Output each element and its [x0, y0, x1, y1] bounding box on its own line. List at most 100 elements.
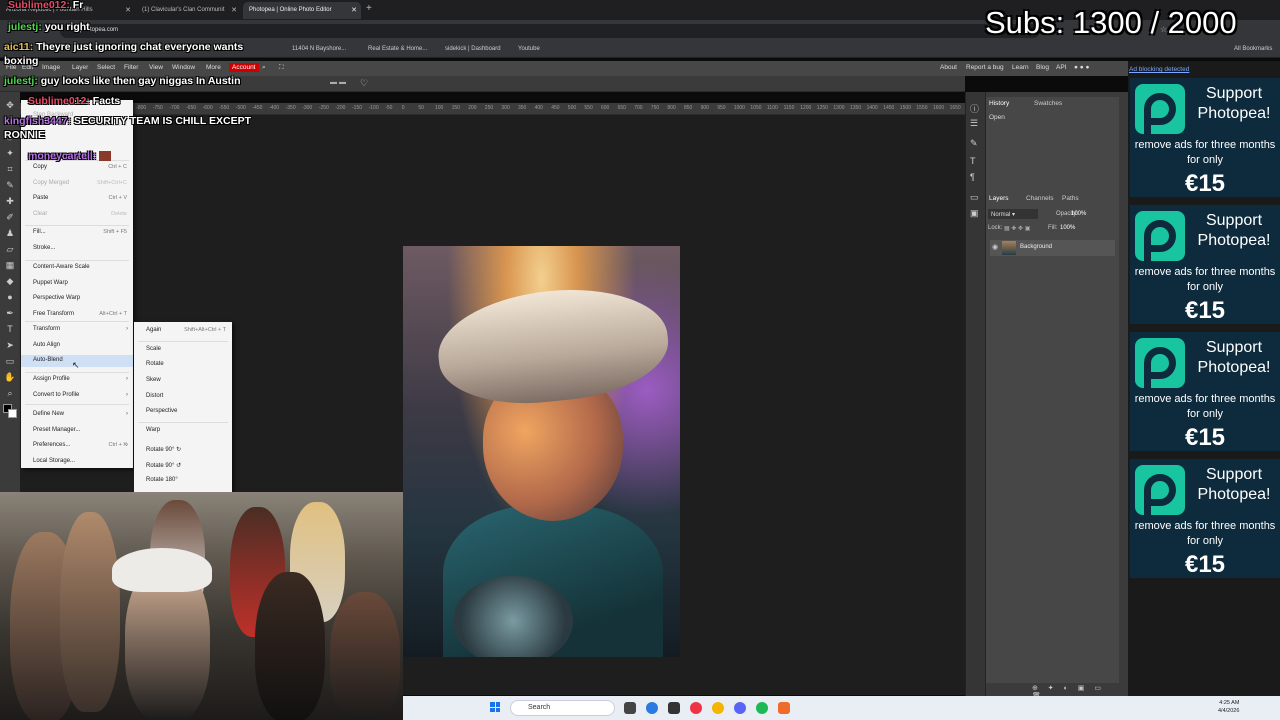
transform-menu-item[interactable]: Perspective [146, 408, 177, 414]
hand-tool-icon[interactable]: ✋ [4, 372, 16, 382]
brush-settings-icon[interactable]: ✎ [970, 138, 978, 149]
tab-history[interactable]: History [989, 100, 1009, 107]
file-explorer-icon[interactable] [624, 702, 636, 714]
zoom-tool-icon[interactable]: ⌕ [4, 388, 16, 398]
wand-tool-icon[interactable]: ✦ [4, 148, 16, 158]
ad-card[interactable]: Support Photopea! remove ads for three m… [1130, 459, 1280, 578]
bookmark-item[interactable]: Real Estate & Home... [368, 46, 427, 52]
all-bookmarks[interactable]: All Bookmarks [1234, 46, 1272, 52]
lock-icons[interactable]: ▦ ✚ ✥ ▣ [1004, 225, 1030, 232]
move-tool-icon[interactable]: ✥ [4, 100, 16, 110]
ad-blocking-label[interactable]: Ad blocking detected [1129, 66, 1189, 73]
info-icon[interactable]: ⓘ [970, 102, 979, 115]
background-color-swatch[interactable] [8, 409, 17, 418]
tab-photopea[interactable]: Photopea | Online Photo Editor ✕ [243, 2, 361, 19]
close-icon[interactable]: ✕ [351, 6, 357, 14]
tab-channels[interactable]: Channels [1026, 195, 1053, 202]
history-item[interactable]: Open [989, 114, 1005, 121]
link-blog[interactable]: Blog [1036, 64, 1049, 71]
app-icon[interactable] [690, 702, 702, 714]
image-panel-icon[interactable]: ▣ [970, 208, 979, 219]
tab-layers[interactable]: Layers [989, 195, 1009, 202]
app-icon[interactable] [668, 702, 680, 714]
pen-tool-icon[interactable]: ✒ [4, 308, 16, 318]
path-select-tool-icon[interactable]: ➤ [4, 340, 16, 350]
bookmark-item[interactable]: sidekick | Dashboard [445, 46, 501, 52]
edit-menu-item[interactable]: Puppet Warp [33, 280, 68, 286]
edit-menu-item[interactable]: Copy [33, 164, 47, 170]
social-icons[interactable]: ● ● ● [1074, 64, 1089, 71]
menu-image[interactable]: Image [42, 64, 60, 71]
paragraph-icon[interactable]: ¶ [970, 172, 975, 182]
document-image[interactable] [403, 246, 680, 657]
link-report-bug[interactable]: Report a bug [966, 64, 1004, 71]
eyedropper-tool-icon[interactable]: ✎ [4, 180, 16, 190]
gradient-tool-icon[interactable]: ▦ [4, 260, 16, 270]
edit-menu-item[interactable]: Preferences... [33, 442, 70, 448]
shape-tool-icon[interactable]: ▭ [4, 356, 16, 366]
layer-row[interactable]: ◉ Background [990, 240, 1115, 256]
transform-menu-item[interactable]: Skew [146, 377, 161, 383]
url-field[interactable]: photopea.com [60, 24, 1040, 38]
fullscreen-icon[interactable]: ⛶ [279, 64, 284, 72]
eraser-tool-icon[interactable]: ▱ [4, 244, 16, 254]
transform-menu-item[interactable]: Rotate 90° ↻ [146, 446, 181, 453]
tab-paths[interactable]: Paths [1062, 195, 1079, 202]
link-learn[interactable]: Learn [1012, 64, 1029, 71]
menu-window[interactable]: Window [172, 64, 195, 71]
edit-menu-item[interactable]: Transform [33, 326, 60, 332]
transform-menu-item[interactable]: Rotate 90° ↺ [146, 462, 181, 469]
edit-menu-item[interactable]: Define New [33, 411, 64, 417]
character-icon[interactable]: T [970, 156, 976, 166]
edit-menu-item[interactable]: Paste [33, 195, 48, 201]
menu-layer[interactable]: Layer [72, 64, 88, 71]
chrome-icon[interactable] [712, 702, 724, 714]
blur-tool-icon[interactable]: ◆ [4, 276, 16, 286]
fill-input[interactable]: 100% [1060, 225, 1075, 231]
menu-account[interactable]: Account [229, 63, 259, 72]
ad-card[interactable]: Support Photopea! remove ads for three m… [1130, 332, 1280, 451]
edit-menu-item[interactable]: Stroke... [33, 245, 55, 251]
transform-menu-item[interactable]: Scale [146, 346, 161, 352]
edit-menu-item[interactable]: Local Storage... [33, 458, 75, 464]
app-icon[interactable] [778, 702, 790, 714]
transform-menu-item[interactable]: Again [146, 327, 161, 333]
brush-tool-icon[interactable]: ✐ [4, 212, 16, 222]
ad-card[interactable]: Support Photopea! remove ads for three m… [1130, 205, 1280, 324]
stamp-tool-icon[interactable]: ♟ [4, 228, 16, 238]
menu-view[interactable]: View [149, 64, 163, 71]
system-clock[interactable]: 4:25 AM 4/4/2026 [1218, 699, 1239, 715]
heal-tool-icon[interactable]: ✚ [4, 196, 16, 206]
edge-icon[interactable] [646, 702, 658, 714]
windows-start-icon[interactable] [490, 702, 500, 712]
menu-more[interactable]: More [206, 64, 221, 71]
dodge-tool-icon[interactable]: ● [4, 292, 16, 302]
transform-menu-item[interactable]: Rotate [146, 361, 164, 367]
new-tab-icon[interactable]: + [366, 3, 372, 14]
ad-card[interactable]: Support Photopea! remove ads for three m… [1130, 78, 1280, 197]
blend-mode-select[interactable]: Normal ▾ [988, 209, 1038, 219]
css-icon[interactable]: ▭ [970, 192, 979, 203]
edit-menu-item[interactable]: Auto Align [33, 342, 60, 348]
visibility-eye-icon[interactable]: ◉ [992, 243, 998, 251]
edit-menu-item[interactable]: Preset Manager... [33, 427, 80, 433]
link-about[interactable]: About [940, 64, 957, 71]
crop-tool-icon[interactable]: ⌗ [4, 164, 16, 174]
heart-icon[interactable]: ♡ [360, 78, 368, 89]
bookmark-item[interactable]: 11404 N Bayshore... [292, 46, 346, 52]
properties-icon[interactable]: ☰ [970, 118, 978, 129]
edit-menu-item[interactable]: Fill... [33, 229, 46, 235]
link-api[interactable]: API [1056, 64, 1066, 71]
close-icon[interactable]: ✕ [125, 6, 131, 14]
edit-menu-item[interactable]: Free Transform [33, 311, 74, 317]
close-icon[interactable]: ✕ [231, 6, 237, 14]
bookmark-item[interactable]: Youtube [518, 46, 540, 52]
edit-menu-item[interactable]: Assign Profile [33, 376, 70, 382]
edit-menu-item[interactable]: Convert to Profile [33, 392, 79, 398]
text-tool-icon[interactable]: T [4, 324, 16, 334]
edit-menu-item[interactable]: Content-Aware Scale [33, 264, 90, 270]
transform-menu-item[interactable]: Distort [146, 393, 163, 399]
edit-menu-item[interactable]: Perspective Warp [33, 295, 80, 301]
taskbar-search[interactable] [510, 700, 615, 716]
opacity-input[interactable]: 100% [1071, 211, 1086, 217]
